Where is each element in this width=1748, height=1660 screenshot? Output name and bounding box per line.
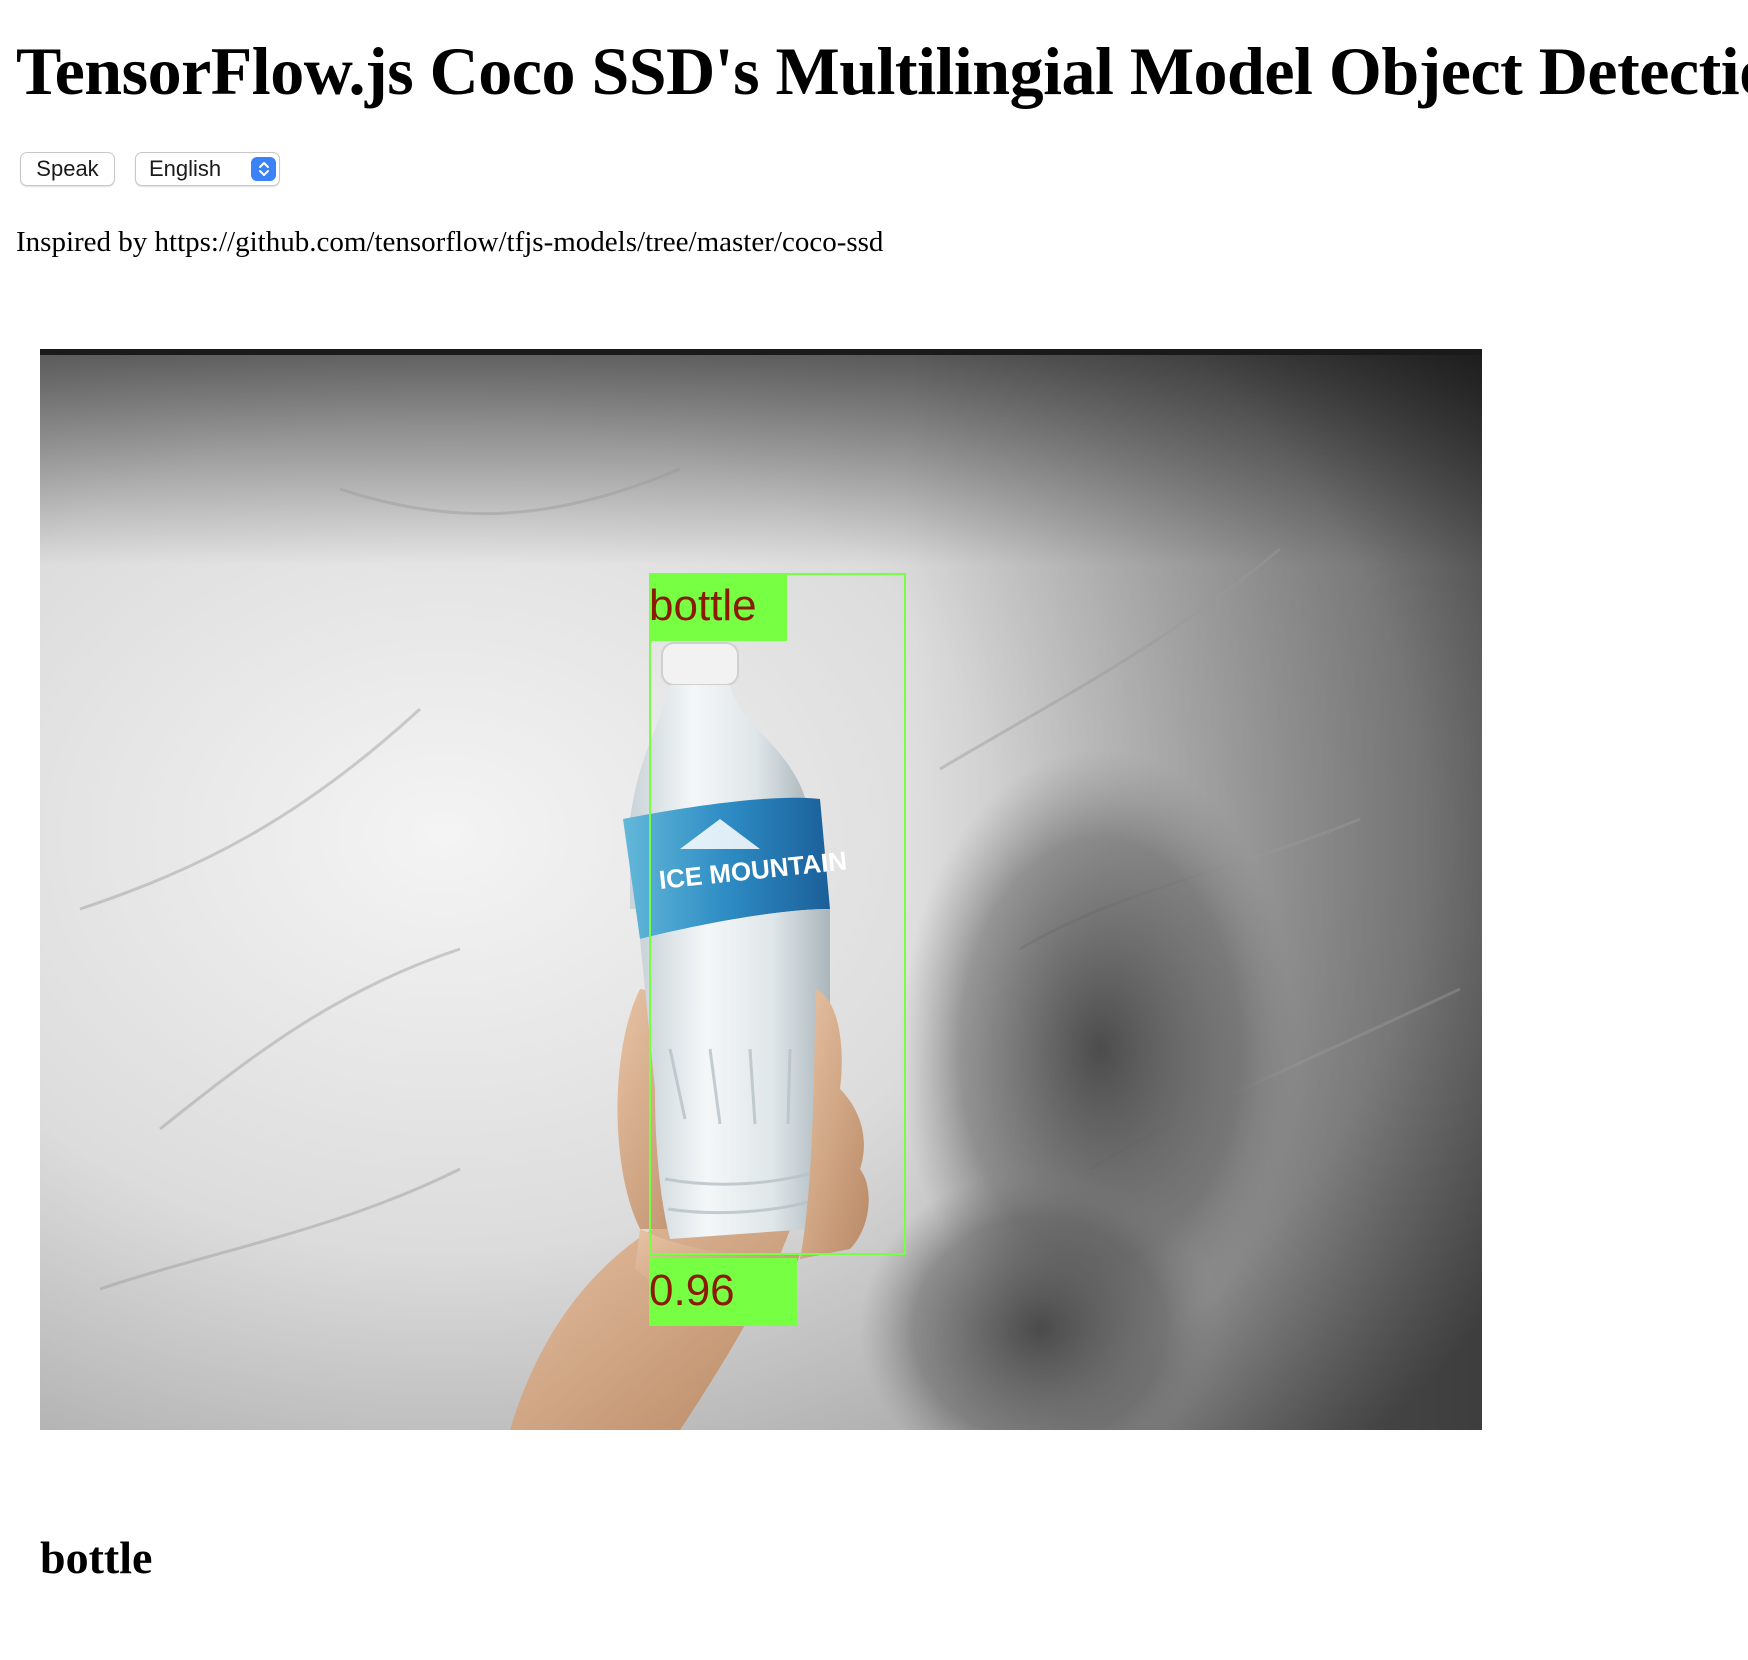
controls-bar: Speak English xyxy=(20,151,280,187)
language-select[interactable]: English xyxy=(135,152,280,186)
page: TensorFlow.js Coco SSD's Multilingial Mo… xyxy=(0,0,1748,1660)
detection-bounding-box xyxy=(649,573,906,1255)
language-select-value: English xyxy=(149,156,222,181)
inspired-by-text: Inspired by https://github.com/tensorflo… xyxy=(16,226,884,258)
select-stepper-icon xyxy=(251,157,276,181)
detected-object-name: bottle xyxy=(40,1532,153,1583)
speak-button[interactable]: Speak xyxy=(20,152,115,186)
page-title: TensorFlow.js Coco SSD's Multilingial Mo… xyxy=(16,33,1748,109)
detection-class-label: bottle xyxy=(649,573,787,641)
detection-video-frame: ICE MOUNTAIN bottle 0.96 xyxy=(40,349,1482,1430)
detection-score-label: 0.96 xyxy=(649,1258,797,1326)
